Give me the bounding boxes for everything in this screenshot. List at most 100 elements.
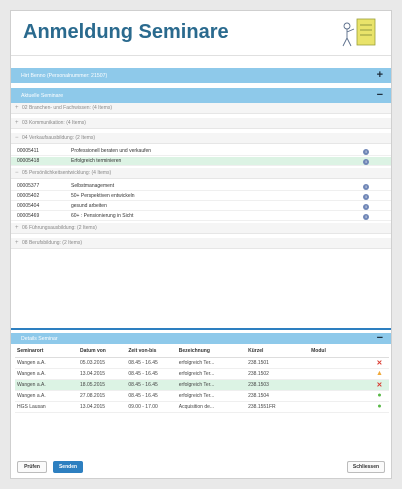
current-seminars-label: Aktuelle Seminare [21,92,64,99]
column-header-status [367,345,389,358]
current-seminars-bar[interactable]: Aktuelle Seminare − [11,88,391,103]
collapse-group-icon[interactable]: − [15,135,22,141]
details-bar[interactable]: Details Seminar − [11,332,391,344]
date-cell: 13.04.2015 [78,401,127,413]
column-header-title: Bezeichnung [176,345,247,358]
ok-status-icon: ● [367,401,389,413]
location-cell: Wangen a.A. [15,357,79,369]
details-row[interactable]: Wangen a.A. 27.08.2015 08.45 - 16.45 erfolg… [15,390,389,402]
title-cell: Acquisition de... [176,401,247,413]
expand-group-icon[interactable]: + [15,105,22,111]
seminar-code: 00005377 [17,183,40,189]
seminar-registration-panel: Anmeldung Seminare Hirt Benno (Personaln… [10,10,392,479]
seminar-code: 00005411 [17,148,39,154]
title-cell: erfolgreich Ter... [176,379,247,391]
code-cell: 238.1551FR [246,401,310,413]
module-cell [309,379,368,391]
title-cell: erfolgreich Ter... [176,390,247,402]
details-row[interactable]: Wangen a.A. 18.05.2015 08.45 - 16.45 erfolg… [15,379,389,391]
seminar-row[interactable]: 00005402 50+ Perspektiven entwickeln i [11,192,391,201]
seminar-row[interactable]: 00005377 Selbstmanagement i [11,182,391,191]
close-button[interactable]: Schliessen [347,461,385,473]
seminar-name: Professionell beraten und verkaufen [71,148,152,154]
seminar-name: 60+ : Pensionierung in Sicht [71,213,134,219]
time-cell: 08.45 - 16.45 [126,390,177,402]
seminar-row[interactable]: 00005418 Erfolgreich terminieren i [11,157,391,166]
time-cell: 09.00 - 17.00 [126,401,177,413]
expand-group-icon[interactable]: + [15,240,22,246]
seminar-code: 00005469 [17,213,40,219]
seminar-code: 00005418 [17,158,40,164]
collapse-icon[interactable]: − [377,332,383,344]
details-label: Details Seminar [21,335,58,342]
time-cell: 08.45 - 16.45 [126,379,177,391]
column-header-time: Zeit von-bis [126,345,177,358]
seminar-group[interactable]: −05 Persönlichkeitsentwicklung: (4 Items… [11,168,391,179]
module-cell [309,401,368,413]
person-bar[interactable]: Hirt Benno (Personalnummer: 21507) + [11,68,391,83]
seminar-group[interactable]: +03 Kommunikation: (4 Items) [11,118,391,129]
seminar-group[interactable]: −04 Verkaufsausbildung: (2 Items) [11,133,391,144]
seminar-name: 50+ Perspektiven entwickeln [71,193,135,199]
check-button[interactable]: Prüfen [17,461,47,473]
info-icon[interactable]: i [363,213,369,220]
time-cell: 08.45 - 16.45 [126,368,177,380]
expand-group-icon[interactable]: + [15,225,22,231]
ok-status-icon: ● [367,390,389,402]
collapse-icon[interactable]: − [377,89,383,101]
page-title: Anmeldung Seminare [23,21,229,43]
date-cell: 18.05.2015 [78,379,127,391]
location-cell: Wangen a.A. [15,368,79,380]
expand-group-icon[interactable]: + [15,120,22,126]
seminar-code: 00005404 [17,203,40,209]
info-icon[interactable]: i [363,193,369,200]
group-label: 03 Kommunikation: (4 Items) [22,120,86,126]
code-cell: 238.1503 [246,379,310,391]
seminar-code: 00005402 [17,193,40,199]
seminar-name: Erfolgreich terminieren [71,158,122,164]
info-icon[interactable]: i [363,158,369,165]
location-cell: HGS Lausan [15,401,79,413]
send-button[interactable]: Senden [53,461,83,473]
column-header-location: Seminarort [15,345,79,358]
seminar-row[interactable]: 00005404 gesund arbeiten i [11,202,391,211]
seminar-group[interactable]: +08 Berufsbildung: (2 Items) [11,238,391,249]
group-label: 02 Branchen- und Fachwissen: (4 Items) [22,105,113,111]
seminar-group[interactable]: +06 Führungsausbildung: (2 Items) [11,223,391,234]
error-status-icon: ✕ [367,379,389,391]
seminar-row[interactable]: 00005469 60+ : Pensionierung in Sicht i [11,212,391,221]
group-label: 05 Persönlichkeitsentwicklung: (4 Items) [22,170,112,176]
title-cell: erfolgreich Ter... [176,368,247,380]
info-icon[interactable]: i [363,183,369,190]
seminar-name: gesund arbeiten [71,203,107,209]
group-label: 08 Berufsbildung: (2 Items) [22,240,83,246]
collapse-group-icon[interactable]: − [15,170,22,176]
seminar-row[interactable]: 00005411 Professionell beraten und verkau… [11,147,391,156]
location-cell: Wangen a.A. [15,390,79,402]
details-row[interactable]: Wangen a.A. 13.04.2015 08.45 - 16.45 erfolg… [15,368,389,380]
location-cell: Wangen a.A. [15,379,79,391]
footer: Prüfen Senden Schliessen [11,454,391,478]
time-cell: 08.45 - 16.45 [126,357,177,369]
group-label: 04 Verkaufsausbildung: (2 Items) [22,135,96,141]
warning-status-icon: ▲ [367,368,389,380]
person-label: Hirt Benno (Personalnummer: 21507) [21,72,108,79]
details-row[interactable]: Wangen a.A. 05.03.2015 08.45 - 16.45 erfolg… [15,357,389,369]
date-cell: 13.04.2015 [78,368,127,380]
details-row[interactable]: HGS Lausan 13.04.2015 09.00 - 17.00 Acquisi… [15,401,389,413]
header: Anmeldung Seminare [11,11,391,56]
section-divider [11,328,391,330]
seminar-group[interactable]: +02 Branchen- und Fachwissen: (4 Items) [11,103,391,114]
title-cell: erfolgreich Ter... [176,357,247,369]
column-header-module: Modul [309,345,368,358]
module-cell [309,390,368,402]
empty-area [11,281,391,331]
column-header-code: Kürzel [246,345,310,358]
group-label: 06 Führungsausbildung: (2 Items) [22,225,97,231]
info-icon[interactable]: i [363,203,369,210]
seminar-logo-icon [342,18,376,47]
seminar-name: Selbstmanagement [71,183,115,189]
expand-icon[interactable]: + [377,69,383,81]
info-icon[interactable]: i [363,148,369,155]
date-cell: 05.03.2015 [78,357,127,369]
